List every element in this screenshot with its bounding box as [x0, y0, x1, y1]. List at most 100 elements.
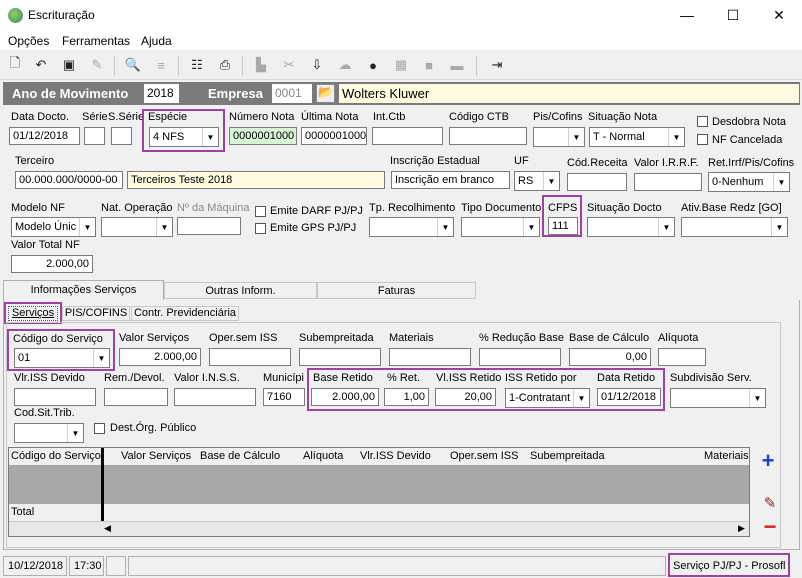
tipodoc-select[interactable]: ▼: [461, 217, 540, 237]
reducao-input[interactable]: [479, 348, 561, 366]
bar-icon[interactable]: ▬: [448, 56, 466, 74]
eraser-icon[interactable]: ✎: [88, 56, 106, 74]
empresa-code-input[interactable]: 0001: [271, 83, 313, 104]
maquina-input[interactable]: [177, 217, 241, 235]
valor-servicos-input[interactable]: 2.000,00: [119, 348, 201, 366]
serie-input[interactable]: [84, 127, 105, 145]
grid-col-aliquota[interactable]: Alíquota: [303, 450, 343, 465]
modelo-select[interactable]: Modelo Únic ▼: [11, 217, 96, 237]
scroll-right-icon[interactable]: ▶: [738, 523, 745, 534]
uf-select[interactable]: RS ▼: [514, 171, 560, 191]
tab-informacoes-servicos[interactable]: Informações Serviços: [3, 280, 164, 300]
subtab-contr-previdenciaria[interactable]: Contr. Previdenciária: [131, 306, 239, 321]
ultima-input: 0000001000: [301, 127, 367, 145]
vlriss-input[interactable]: [14, 388, 96, 406]
menu-opcoes[interactable]: Opções: [8, 34, 49, 48]
remove-row-icon[interactable]: −: [760, 516, 780, 538]
menu-ferramentas[interactable]: Ferramentas: [62, 34, 130, 48]
dataret-input[interactable]: 01/12/2018: [597, 388, 661, 406]
codsit-select[interactable]: ▼: [14, 423, 84, 443]
darf-checkbox[interactable]: [255, 206, 266, 217]
tab-outras-inform[interactable]: Outras Inform.: [164, 282, 317, 299]
grid-scrollbar[interactable]: [9, 521, 749, 536]
intctb-input[interactable]: [372, 127, 443, 145]
aliquota-input[interactable]: [658, 348, 706, 366]
codigo-servico-select[interactable]: 01 ▼: [14, 348, 110, 368]
especie-select[interactable]: 4 NFS ▼: [149, 127, 219, 147]
cfps-input[interactable]: 111: [548, 217, 578, 235]
grid-col-valor[interactable]: Valor Serviços: [121, 450, 191, 465]
remdevol-input[interactable]: [104, 388, 168, 406]
issretpor-select[interactable]: 1-Contratant ▼: [505, 388, 590, 408]
scroll-left-icon[interactable]: ◀: [104, 523, 111, 534]
ano-input[interactable]: 2018: [143, 83, 180, 104]
situacao-select[interactable]: T - Normal ▼: [589, 127, 685, 147]
basecalc-input[interactable]: 0,00: [569, 348, 651, 366]
pctret-input[interactable]: 1,00: [384, 388, 429, 406]
ultima-label: Última Nota: [301, 111, 359, 123]
tab-faturas[interactable]: Faturas: [317, 282, 476, 299]
gps-checkbox[interactable]: [255, 223, 266, 234]
grid-col-codigo[interactable]: Código do Serviço: [11, 450, 101, 465]
nfs-icon[interactable]: ≡: [152, 56, 170, 74]
terceiro-cnpj-input[interactable]: 00.000.000/0000-00: [15, 171, 123, 189]
grid-col-vlriss[interactable]: Vlr.ISS Devido: [360, 450, 431, 465]
desdobra-checkbox[interactable]: [697, 116, 708, 127]
new-icon[interactable]: 🗋: [6, 55, 24, 74]
grid-col-opersem[interactable]: Oper.sem ISS: [450, 450, 518, 465]
tool-icon[interactable]: ✂: [280, 56, 298, 74]
coin-icon[interactable]: ●: [364, 56, 382, 74]
folder-icon[interactable]: 📂: [316, 84, 335, 103]
grid-icon[interactable]: ▦: [392, 56, 410, 74]
print-icon[interactable]: ⎙: [216, 56, 234, 74]
tree-icon[interactable]: ☷: [188, 56, 206, 74]
opersem-input[interactable]: [209, 348, 291, 366]
minimize-button[interactable]: —: [664, 0, 710, 30]
ret-select[interactable]: 0-Nenhum ▼: [708, 172, 790, 192]
ativbase-select[interactable]: ▼: [681, 217, 788, 237]
baseret-input[interactable]: 2.000,00: [311, 388, 379, 406]
subempreitada-label: Subempreitada: [299, 332, 374, 344]
square-icon[interactable]: ■: [420, 56, 438, 74]
codreceita-input[interactable]: [567, 173, 627, 191]
natop-select[interactable]: ▼: [101, 217, 173, 237]
vlissret-input[interactable]: 20,00: [435, 388, 496, 406]
numero-input[interactable]: 0000001000: [229, 127, 297, 145]
grid-col-materiais[interactable]: Materiais: [704, 450, 749, 465]
terceiro-nome: Terceiros Teste 2018: [127, 171, 385, 189]
data-docto-input[interactable]: 01/12/2018: [9, 127, 80, 145]
undo-icon[interactable]: ↶: [32, 56, 50, 74]
grid-col-subempreitada[interactable]: Subempreitada: [530, 450, 605, 465]
codigo-ctb-input[interactable]: [449, 127, 527, 145]
app-icon: [8, 8, 23, 23]
piscofins-select[interactable]: ▼: [533, 127, 585, 147]
destorg-checkbox[interactable]: [94, 423, 105, 434]
sitdocto-select[interactable]: ▼: [587, 217, 675, 237]
add-row-icon[interactable]: +: [758, 450, 778, 472]
valortotal-input[interactable]: 2.000,00: [11, 255, 93, 273]
preview-icon[interactable]: 🔍: [124, 56, 142, 74]
darf-label: Emite DARF PJ/PJ: [270, 205, 363, 217]
subempreitada-input[interactable]: [299, 348, 381, 366]
grid-col-base[interactable]: Base de Cálculo: [200, 450, 280, 465]
inss-input[interactable]: [174, 388, 256, 406]
tprec-select[interactable]: ▼: [369, 217, 454, 237]
materiais-input[interactable]: [389, 348, 471, 366]
maximize-button[interactable]: ☐: [710, 0, 756, 30]
subtab-servicos[interactable]: Serviços: [8, 306, 58, 321]
edit-row-icon[interactable]: ✎: [760, 494, 780, 514]
municipio-input[interactable]: 7160: [263, 388, 305, 406]
exit-icon[interactable]: ⇥: [488, 56, 506, 74]
subtab-pis-cofins[interactable]: PIS/COFINS: [62, 306, 130, 321]
save-icon[interactable]: ▣: [60, 56, 78, 74]
close-button[interactable]: ✕: [756, 0, 802, 30]
subserie-input[interactable]: [111, 127, 132, 145]
irrf-input[interactable]: [634, 173, 702, 191]
ie-input[interactable]: Inscrição em branco: [391, 171, 510, 189]
factory-icon[interactable]: ▙: [252, 56, 270, 74]
import-icon[interactable]: ⇩: [308, 56, 326, 74]
cloud-icon[interactable]: ☁: [336, 56, 354, 74]
menu-ajuda[interactable]: Ajuda: [141, 34, 172, 48]
nf-cancelada-checkbox[interactable]: [697, 134, 708, 145]
subdiv-select[interactable]: ▼: [670, 388, 766, 408]
